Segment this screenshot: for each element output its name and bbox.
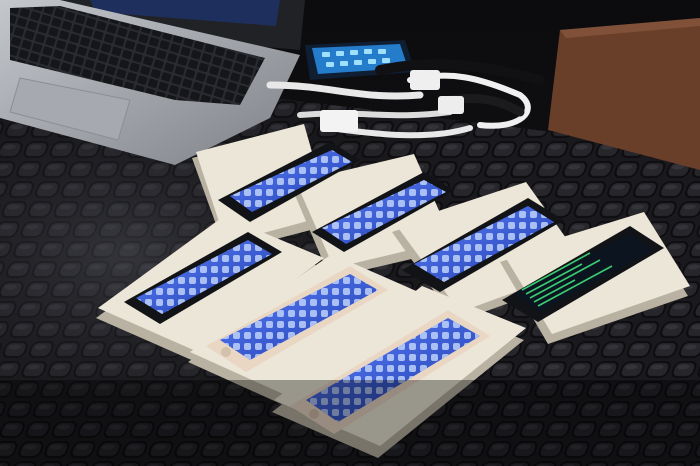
photo: [0, 0, 700, 466]
vignette: [0, 380, 700, 466]
photo-scene: [0, 0, 700, 466]
